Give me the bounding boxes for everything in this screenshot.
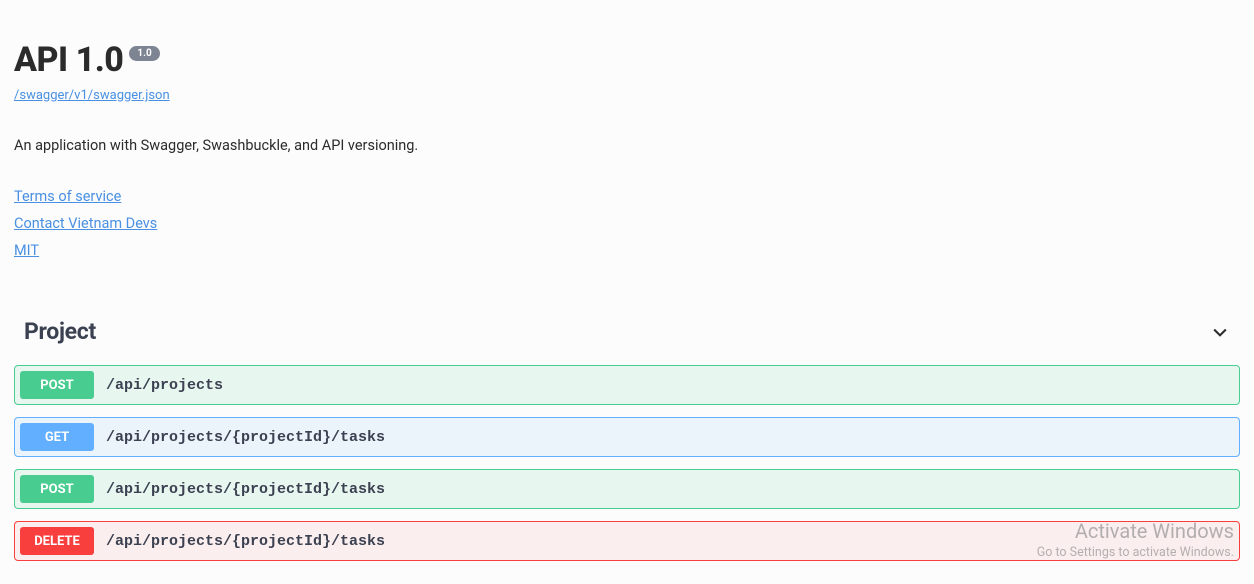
method-badge-post: POST [20, 371, 94, 399]
api-description: An application with Swagger, Swashbuckle… [14, 137, 1240, 154]
page-title: API 1.0 [14, 40, 123, 80]
method-badge-get: GET [20, 423, 94, 451]
section-title: Project [24, 318, 96, 345]
endpoint-path: /api/projects/{projectId}/tasks [106, 481, 385, 498]
endpoint-row[interactable]: GET /api/projects/{projectId}/tasks [14, 417, 1240, 457]
spec-link[interactable]: /swagger/v1/swagger.json [14, 88, 170, 103]
endpoint-row[interactable]: POST /api/projects/{projectId}/tasks [14, 469, 1240, 509]
version-badge: 1.0 [129, 46, 159, 61]
license-link[interactable]: MIT [14, 238, 1240, 265]
endpoint-path: /api/projects [106, 377, 223, 394]
method-badge-post: POST [20, 475, 94, 503]
endpoint-row[interactable]: POST /api/projects [14, 365, 1240, 405]
method-badge-delete: DELETE [20, 527, 94, 555]
chevron-down-icon [1210, 322, 1230, 342]
endpoint-path: /api/projects/{projectId}/tasks [106, 429, 385, 446]
contact-link[interactable]: Contact Vietnam Devs [14, 211, 1240, 238]
terms-link[interactable]: Terms of service [14, 184, 1240, 211]
section-toggle-project[interactable]: Project [14, 318, 1240, 353]
endpoint-path: /api/projects/{projectId}/tasks [106, 533, 385, 550]
endpoint-row[interactable]: DELETE /api/projects/{projectId}/tasks [14, 521, 1240, 561]
